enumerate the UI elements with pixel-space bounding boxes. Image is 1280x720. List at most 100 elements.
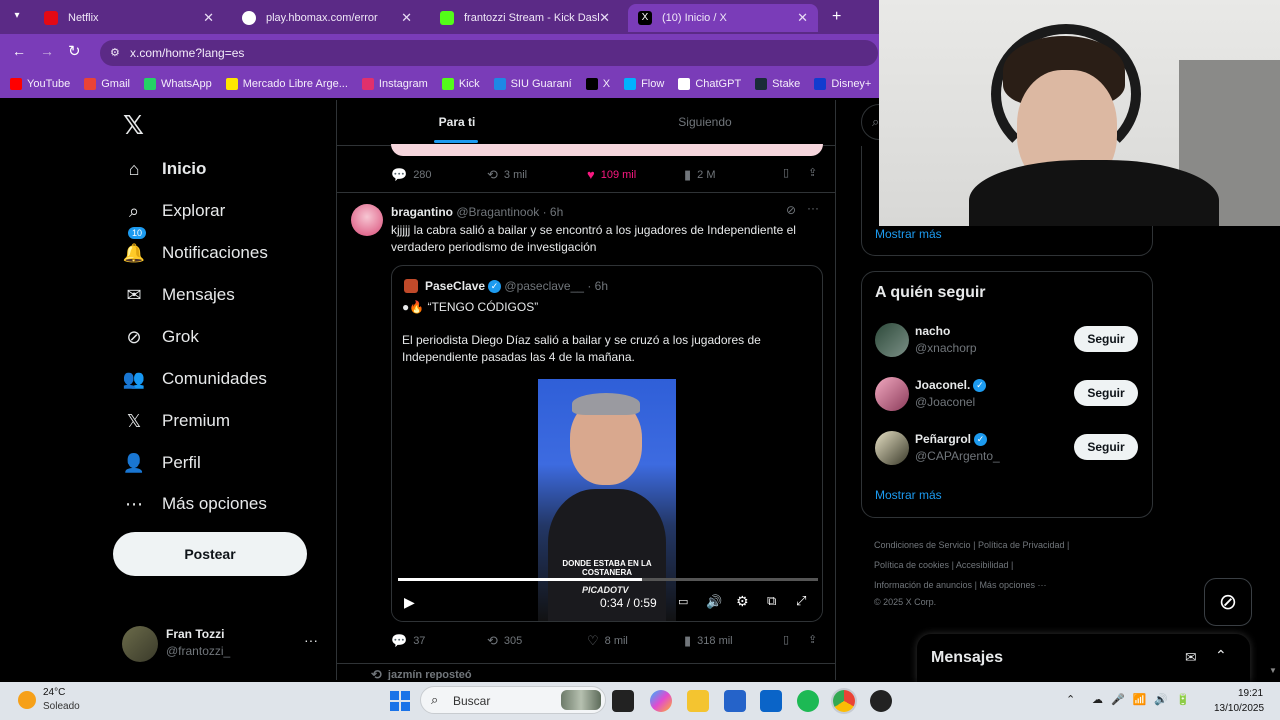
- author-handle[interactable]: @Bragantinook: [456, 205, 539, 219]
- windows-start-icon[interactable]: [390, 691, 410, 711]
- repost-button[interactable]: ⟲ 305: [487, 633, 522, 649]
- footer-link[interactable]: Accesibilidad: [956, 560, 1009, 570]
- pip-icon[interactable]: ⧉: [767, 593, 776, 609]
- views-button[interactable]: ▮ 318 mil: [684, 633, 733, 649]
- outlook-icon[interactable]: [760, 690, 782, 712]
- back-arrow-icon[interactable]: ←: [12, 43, 26, 59]
- nav-item-explore[interactable]: ⌕ Explorar: [122, 199, 225, 223]
- task-view-icon[interactable]: [612, 690, 634, 712]
- grok-fab[interactable]: ⊘: [1204, 578, 1252, 626]
- taskbar-search[interactable]: ⌕ Buscar: [420, 686, 606, 714]
- volume-icon[interactable]: 🔊: [706, 594, 722, 610]
- follow-suggestion[interactable]: nacho @xnachorp Seguir: [862, 320, 1152, 360]
- bookmark-item[interactable]: X: [585, 78, 610, 90]
- bookmark-button[interactable]: ▯: [783, 633, 789, 646]
- reload-icon[interactable]: ↻: [68, 42, 81, 60]
- weather-widget[interactable]: 24°C Soleado: [14, 686, 134, 716]
- post-button[interactable]: Postear: [113, 532, 307, 576]
- copilot-icon[interactable]: [650, 690, 672, 712]
- more-icon[interactable]: ···: [807, 201, 819, 215]
- messages-drawer[interactable]: Mensajes ✉ ⌃: [917, 634, 1250, 682]
- like-button[interactable]: ♥ 109 mil: [587, 167, 636, 182]
- author-name[interactable]: bragantino: [391, 205, 453, 219]
- nav-item-home[interactable]: ⌂ Inicio: [122, 157, 207, 181]
- bookmark-button[interactable]: ▯: [783, 166, 789, 179]
- follow-suggestion[interactable]: Joaconel. ✓ @Joaconel Seguir: [862, 374, 1152, 414]
- spotify-icon[interactable]: [797, 690, 819, 712]
- tray-chevron-icon[interactable]: ⌃: [1066, 693, 1075, 706]
- avatar[interactable]: [875, 377, 909, 411]
- tray-icons[interactable]: ☁🎤📶🔊🔋: [1092, 693, 1198, 706]
- bookmark-item[interactable]: Mercado Libre Arge...: [225, 78, 348, 90]
- bookmark-item[interactable]: Flow: [624, 78, 664, 90]
- bookmark-item[interactable]: YouTube: [10, 78, 70, 90]
- follow-suggestion[interactable]: Peñargrol ✓ @CAPArgento_ Seguir: [862, 428, 1152, 468]
- follow-button[interactable]: Seguir: [1074, 380, 1138, 406]
- settings-gear-icon[interactable]: ⚙: [736, 593, 749, 610]
- store-icon[interactable]: [724, 690, 746, 712]
- tab-for-you[interactable]: Para ti: [337, 100, 577, 146]
- address-bar[interactable]: ⚙ x.com/home?lang=es: [100, 40, 878, 66]
- repost-button[interactable]: ⟲ 3 mil: [487, 167, 527, 183]
- footer-link[interactable]: Política de cookies: [874, 560, 949, 570]
- tab-following[interactable]: Siguiendo: [585, 100, 825, 146]
- file-explorer-icon[interactable]: [687, 690, 709, 712]
- scroll-down-arrow-icon[interactable]: ▼: [1269, 666, 1277, 675]
- browser-tab-hbomax[interactable]: play.hbomax.com/error ✕: [232, 4, 422, 32]
- bookmark-item[interactable]: Kick: [441, 78, 480, 90]
- nav-item-communities[interactable]: 👥 Comunidades: [122, 367, 267, 391]
- tab-close-icon[interactable]: ✕: [401, 10, 412, 26]
- bookmark-item[interactable]: SIU Guaraní: [493, 78, 572, 90]
- nav-item-messages[interactable]: ✉ Mensajes: [122, 283, 234, 307]
- share-button[interactable]: ⇪: [808, 633, 817, 646]
- reply-button[interactable]: 💬 280: [391, 167, 432, 183]
- expand-icon[interactable]: ⌃: [1215, 647, 1227, 664]
- like-button[interactable]: ♡ 8 mil: [587, 633, 628, 649]
- progress-track[interactable]: [398, 578, 818, 581]
- video-player[interactable]: DONDE ESTABA EN LA COSTANERA PICADOTV ▶ …: [392, 379, 822, 621]
- avatar[interactable]: [351, 204, 383, 236]
- nav-item-profile[interactable]: 👤 Perfil: [122, 451, 201, 475]
- tweet-time[interactable]: · 6h: [543, 205, 564, 219]
- clock-time[interactable]: 19:21: [1238, 688, 1263, 699]
- nav-item-notifications[interactable]: 🔔 10 Notificaciones: [122, 227, 268, 265]
- share-button[interactable]: ⇪: [808, 166, 817, 179]
- footer-link[interactable]: Condiciones de Servicio: [874, 540, 971, 550]
- quoted-tweet[interactable]: PaseClave ✓ @paseclave__ · 6h ●🔥 “TENGO C…: [391, 265, 823, 622]
- site-info-icon[interactable]: ⚙: [110, 40, 120, 66]
- nav-item-premium[interactable]: 𝕏 Premium: [122, 409, 230, 433]
- tab-search-button[interactable]: ▾: [8, 10, 26, 26]
- views-button[interactable]: ▮ 2 M: [684, 167, 716, 183]
- suggestion-name[interactable]: Peñargrol: [915, 432, 971, 446]
- bookmark-item[interactable]: Instagram: [361, 78, 428, 90]
- app-icon[interactable]: [870, 690, 892, 712]
- browser-tab-netflix[interactable]: Netflix ✕: [34, 4, 224, 32]
- nav-item-grok[interactable]: ⊘ Grok: [122, 325, 198, 349]
- play-icon[interactable]: ▶: [404, 594, 415, 611]
- browser-tab-kick[interactable]: frantozzi Stream - Kick Dashboard ✕: [430, 4, 620, 32]
- new-message-icon[interactable]: ✉: [1185, 649, 1197, 666]
- browser-tab-x[interactable]: X (10) Inicio / X ✕: [628, 4, 818, 32]
- clock-date[interactable]: 13/10/2025: [1214, 703, 1264, 714]
- fullscreen-icon[interactable]: ⤢: [796, 593, 806, 609]
- bookmark-item[interactable]: Gmail: [84, 78, 130, 90]
- bookmark-item[interactable]: Stake: [755, 78, 800, 90]
- footer-link[interactable]: Información de anuncios: [874, 580, 972, 590]
- tab-close-icon[interactable]: ✕: [203, 10, 214, 26]
- new-tab-icon[interactable]: +: [832, 8, 841, 26]
- avatar[interactable]: [875, 431, 909, 465]
- account-switcher[interactable]: Fran Tozzi @frantozzi_ ···: [118, 622, 324, 666]
- bookmark-item[interactable]: WhatsApp: [143, 78, 212, 90]
- footer-link[interactable]: Política de Privacidad: [978, 540, 1065, 550]
- tweet[interactable]: bragantino @Bragantinook · 6h ⊘ ··· kjjj…: [337, 193, 835, 663]
- follow-button[interactable]: Seguir: [1074, 326, 1138, 352]
- tab-close-icon[interactable]: ✕: [599, 10, 610, 26]
- reply-button[interactable]: 💬 37: [391, 633, 425, 649]
- forward-arrow-icon[interactable]: →: [40, 43, 54, 59]
- nav-item-more-options[interactable]: ⋯ Más opciones: [122, 492, 267, 516]
- footer-link[interactable]: Más opciones ···: [979, 580, 1046, 590]
- more-icon[interactable]: ···: [304, 632, 318, 648]
- tab-close-icon[interactable]: ✕: [797, 10, 808, 26]
- bookmark-item[interactable]: Disney+: [814, 78, 871, 90]
- suggestion-name[interactable]: Joaconel.: [915, 378, 970, 392]
